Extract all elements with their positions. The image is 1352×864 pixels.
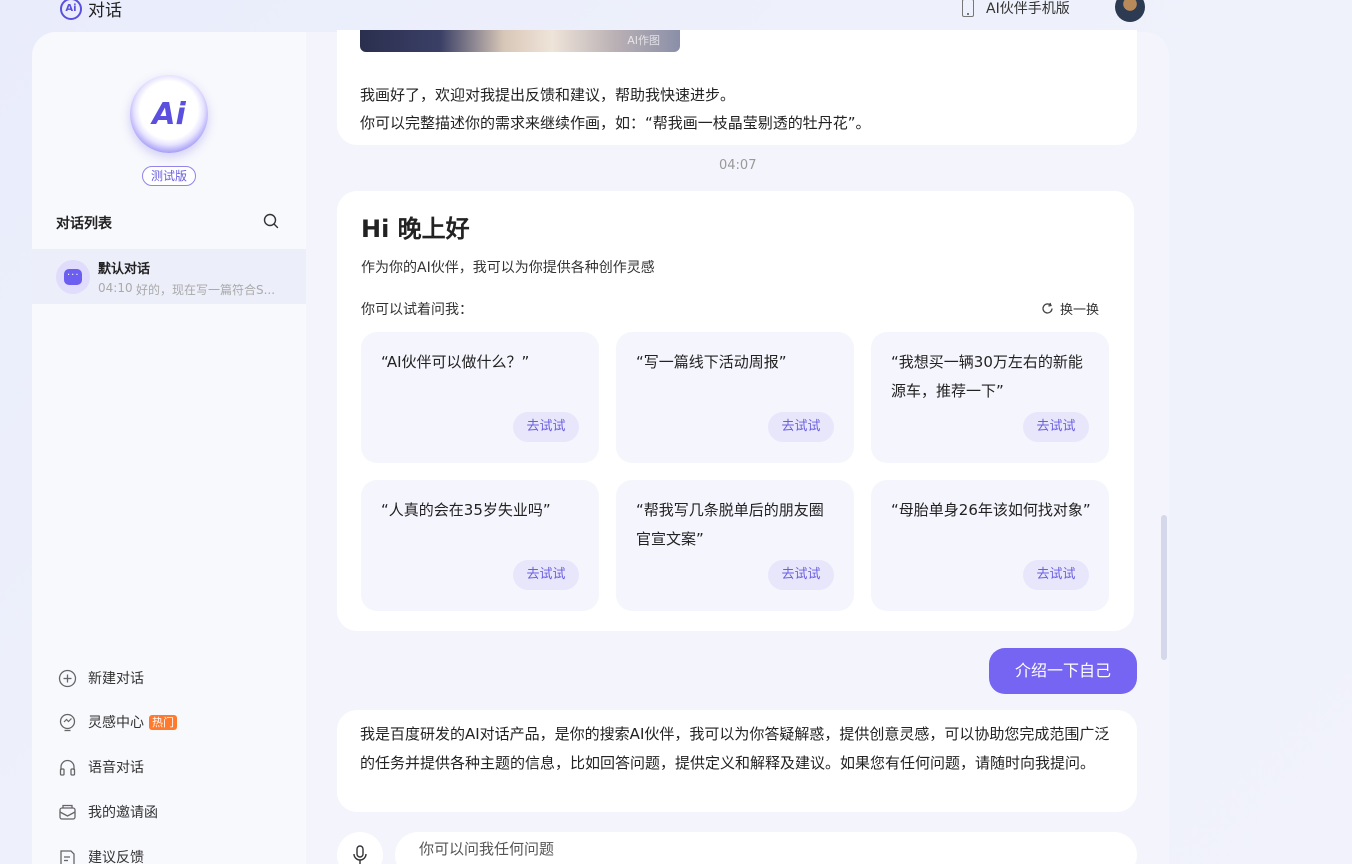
refresh-label: 换一换 [1060, 303, 1100, 318]
conversation-preview: 好的，现在写一篇符合S... [136, 283, 276, 297]
menu-feedback[interactable]: 建议反馈 [58, 847, 144, 864]
try-button[interactable]: 去试试 [1023, 412, 1089, 442]
suggestion-text: “帮我写几条脱单后的朋友圈官宣文案” [636, 501, 824, 548]
generated-image[interactable]: AI作图 [360, 30, 680, 52]
phone-icon [962, 0, 974, 17]
message-text: 我画好了，欢迎对我提出反馈和建议，帮助我快速进步。 [360, 86, 736, 104]
chat-input[interactable] [395, 832, 1137, 864]
try-button[interactable]: 去试试 [513, 412, 579, 442]
envelope-icon [59, 804, 76, 820]
conversation-list-title: 对话列表 [56, 216, 112, 232]
try-button[interactable]: 去试试 [768, 560, 834, 590]
sidebar [32, 32, 306, 864]
image-tag: AI作图 [627, 34, 660, 47]
mobile-app-label: AI伙伴手机版 [986, 1, 1070, 17]
scrollbar[interactable] [1161, 515, 1167, 660]
top-bar: Ai 对话 AI伙伴手机版 [0, 0, 1352, 30]
ai-logo-large-icon: Ai [130, 75, 208, 153]
beta-badge: 测试版 [142, 166, 196, 186]
try-button[interactable]: 去试试 [513, 560, 579, 590]
suggestion-card[interactable]: “人真的会在35岁失业吗” 去试试 [361, 480, 599, 611]
suggestion-text: “AI伙伴可以做什么？” [381, 353, 530, 371]
chat-bubble-icon [56, 260, 90, 294]
suggestion-text: “人真的会在35岁失业吗” [381, 501, 551, 519]
suggestion-card[interactable]: “AI伙伴可以做什么？” 去试试 [361, 332, 599, 463]
conversation-title: 默认对话 [98, 262, 151, 277]
suggestion-text: “母胎单身26年该如何找对象” [891, 501, 1091, 519]
ai-answer: 我是百度研发的AI对话产品，是你的搜索AI伙伴，我可以为你答疑解惑，提供创意灵感… [337, 710, 1137, 812]
try-button[interactable]: 去试试 [1023, 560, 1089, 590]
ai-message-drawing: AI作图 我画好了，欢迎对我提出反馈和建议，帮助我快速进步。 你可以完整描述你的… [337, 30, 1137, 145]
menu-label: 建议反馈 [88, 850, 144, 864]
conversation-time: 04:10 [98, 281, 133, 295]
suggestion-card[interactable]: “母胎单身26年该如何找对象” 去试试 [871, 480, 1109, 611]
feedback-icon [60, 849, 75, 864]
refresh-icon [1042, 302, 1053, 314]
menu-my-invitation[interactable]: 我的邀请函 [58, 802, 158, 822]
try-asking-label: 你可以试着问我： [361, 302, 473, 318]
menu-label: 新建对话 [88, 671, 144, 687]
greeting-subtitle: 作为你的AI伙伴，我可以为你提供各种创作灵感 [361, 260, 655, 276]
search-icon[interactable] [263, 213, 279, 229]
greeting-card: Hi 晚上好 作为你的AI伙伴，我可以为你提供各种创作灵感 你可以试着问我： 换… [337, 191, 1134, 631]
greeting-title: Hi 晚上好 [361, 215, 470, 243]
suggestion-card[interactable]: “我想买一辆30万左右的新能源车，推荐一下” 去试试 [871, 332, 1109, 463]
conversation-item[interactable]: 默认对话 04:10 好的，现在写一篇符合S... [32, 249, 306, 304]
suggestion-text: “写一篇线下活动周报” [636, 353, 787, 371]
brand[interactable]: Ai 对话 [60, 0, 122, 21]
mobile-app-link[interactable]: AI伙伴手机版 [962, 0, 1070, 18]
suggestion-card[interactable]: “帮我写几条脱单后的朋友圈官宣文案” 去试试 [616, 480, 854, 611]
menu-label: 语音对话 [88, 760, 144, 776]
menu-label: 灵感中心 [88, 715, 144, 731]
menu-label: 我的邀请函 [88, 805, 158, 821]
hot-badge: 热门 [149, 714, 177, 730]
menu-new-conversation[interactable]: 新建对话 [58, 668, 144, 688]
bulb-icon [59, 713, 76, 731]
timestamp: 04:07 [719, 158, 757, 173]
refresh-button[interactable]: 换一换 [1041, 299, 1099, 318]
ai-logo-icon: Ai [60, 0, 82, 20]
menu-voice-conversation[interactable]: 语音对话 [58, 757, 144, 777]
plus-circle-icon [58, 669, 77, 687]
user-avatar[interactable] [1115, 0, 1145, 22]
menu-inspiration-center[interactable]: 灵感中心 热门 [58, 712, 177, 732]
suggestion-card[interactable]: “写一篇线下活动周报” 去试试 [616, 332, 854, 463]
microphone-icon [353, 845, 367, 864]
user-message: 介绍一下自己 [989, 648, 1137, 694]
page-title: 对话 [88, 1, 122, 21]
try-button[interactable]: 去试试 [768, 412, 834, 442]
headphones-icon [59, 759, 76, 776]
message-text: 你可以完整描述你的需求来继续作画，如：“帮我画一枝晶莹剔透的牡丹花”。 [360, 114, 871, 132]
suggestion-text: “我想买一辆30万左右的新能源车，推荐一下” [891, 353, 1083, 400]
